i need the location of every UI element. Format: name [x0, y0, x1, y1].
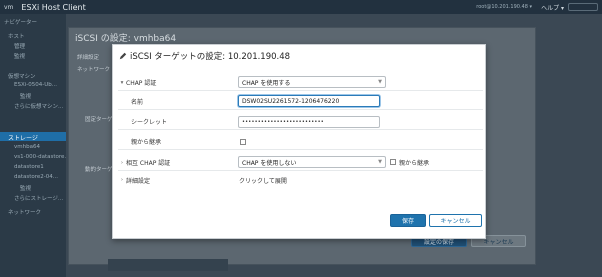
sidebar-item-vmhba64[interactable]: vmhba64	[14, 144, 40, 150]
sidebar-item-datastore-a[interactable]: vs1-000-datastore...	[14, 154, 70, 160]
mutual-chap-inherit-label: 親から継承	[399, 160, 430, 167]
chap-name-label: 名前	[131, 99, 144, 106]
chevron-down-icon: ▼	[378, 159, 382, 165]
modal-header: iSCSI ターゲットの設定: 10.201.190.48	[113, 45, 485, 67]
advanced-settings-row: › 詳細設定 クリックして展開	[118, 172, 483, 188]
chap-inherit-label: 親から継承	[131, 139, 162, 146]
sidebar-item-navigator[interactable]: ナビゲーター	[4, 18, 37, 26]
user-menu[interactable]: root@10.201.190.48 ▾	[476, 4, 532, 10]
sidebar-item-more-vms[interactable]: さらに仮想マシン...	[14, 102, 63, 110]
advanced-settings-toggle[interactable]: › 詳細設定	[118, 172, 236, 188]
vmware-logo: vm	[4, 3, 14, 11]
app-title: ESXi Host Client	[21, 2, 86, 12]
sidebar-item-vm-monitor[interactable]: 監視	[20, 92, 31, 100]
chap-name-input[interactable]: DSW02SU2261572-1206476220	[238, 95, 380, 107]
edit-pencil-icon	[119, 52, 127, 60]
modal-footer: 保存 キャンセル	[113, 214, 485, 238]
iscsi-target-settings-modal: iSCSI ターゲットの設定: 10.201.190.48 ▾ CHAP 認証 …	[112, 44, 486, 239]
sidebar-item-datastore2[interactable]: datastore2-04...	[14, 174, 58, 180]
iscsi-dialog-title: iSCSI の設定: vmhba64	[75, 34, 177, 44]
mutual-chap-row: › 相互 CHAP 認証 CHAP を使用しない ▼ 親から継承	[118, 155, 483, 171]
sidebar-item-vms[interactable]: 仮想マシン	[8, 72, 36, 80]
sidebar-item-storage[interactable]: ストレージ	[0, 132, 66, 142]
chap-name-row: 名前 DSW02SU2261572-1206476220	[118, 94, 483, 110]
chap-secret-label: シークレット	[131, 119, 168, 126]
recent-tasks-bar	[108, 259, 228, 271]
chap-auth-row: ▾ CHAP 認証 CHAP を使用する ▼	[118, 75, 483, 91]
bg-label-advanced: 詳細設定	[77, 55, 100, 61]
chap-secret-row: シークレット ••••••••••••••••••••••••••	[118, 114, 483, 130]
sidebar-item-manage[interactable]: 管理	[14, 42, 25, 50]
sidebar-item-vm[interactable]: ESXi-0504-Ub...	[14, 82, 57, 88]
advanced-expand-hint[interactable]: クリックして展開	[239, 176, 287, 185]
chap-auth-label: CHAP 認証	[126, 80, 157, 87]
chevron-right-icon: ›	[120, 159, 124, 166]
chap-auth-select[interactable]: CHAP を使用する ▼	[238, 76, 386, 88]
sidebar-item-network[interactable]: ネットワーク	[8, 208, 41, 216]
mutual-chap-label: 相互 CHAP 認証	[126, 160, 171, 167]
advanced-settings-label: 詳細設定	[126, 177, 151, 185]
global-search-input[interactable]	[568, 3, 598, 11]
modal-title: iSCSI ターゲットの設定: 10.201.190.48	[130, 52, 291, 62]
mutual-chap-select[interactable]: CHAP を使用しない ▼	[238, 156, 386, 168]
chevron-right-icon: ›	[120, 177, 124, 183]
chevron-down-icon: ▼	[378, 79, 382, 85]
chap-inherit-row: 親から継承	[118, 134, 483, 150]
sidebar-item-storage-monitor[interactable]: 監視	[20, 184, 31, 192]
sidebar-item-more-storage[interactable]: さらにストレージ...	[14, 194, 63, 202]
cancel-button[interactable]: キャンセル	[429, 214, 482, 227]
bg-label-network: ネットワーク	[77, 67, 111, 73]
navigator-sidebar: ナビゲーター ホスト 管理 監視 仮想マシン ESXi-0504-Ub... 監…	[0, 14, 70, 277]
app-header: vm ESXi Host Client root@10.201.190.48 ▾…	[0, 0, 602, 14]
mutual-chap-inherit-checkbox[interactable]	[390, 159, 396, 165]
chap-inherit-checkbox[interactable]	[240, 139, 246, 145]
chap-auth-toggle[interactable]: ▾ CHAP 認証	[118, 75, 236, 90]
sidebar-item-host[interactable]: ホスト	[8, 32, 25, 40]
mutual-chap-toggle[interactable]: › 相互 CHAP 認証	[118, 155, 236, 170]
chap-secret-input[interactable]: ••••••••••••••••••••••••••	[238, 116, 380, 128]
help-menu[interactable]: ヘルプ ▾	[541, 3, 564, 12]
chevron-down-icon: ▾	[120, 79, 124, 86]
sidebar-item-datastore1[interactable]: datastore1	[14, 164, 44, 170]
save-button[interactable]: 保存	[390, 214, 426, 227]
sidebar-item-monitor[interactable]: 監視	[14, 52, 25, 60]
